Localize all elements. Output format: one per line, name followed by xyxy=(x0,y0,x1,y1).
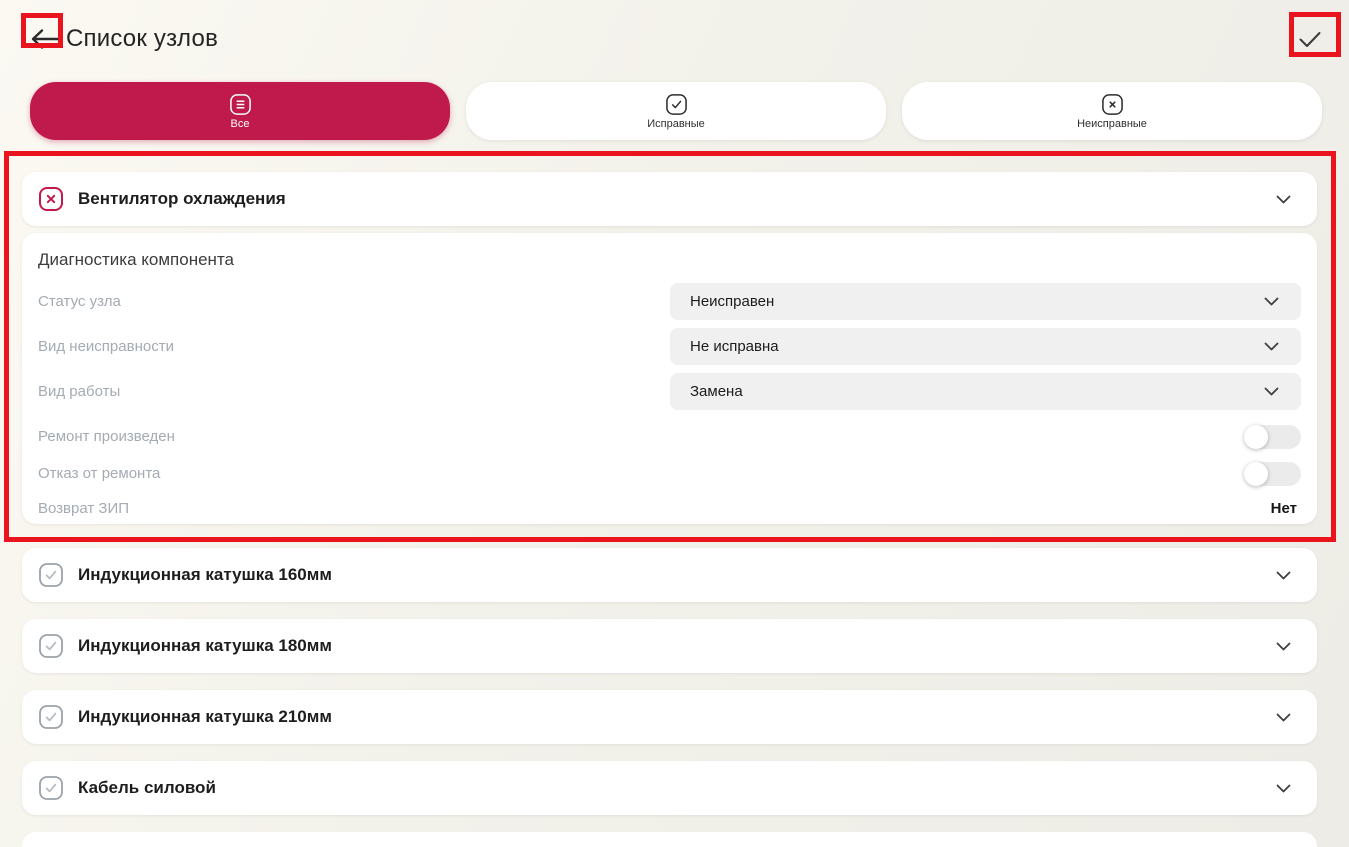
chevron-down-icon xyxy=(1276,195,1291,204)
accordion-item-coil-160[interactable]: Индукционная катушка 160мм xyxy=(22,548,1317,602)
field-row-work-type: Вид работы Замена xyxy=(38,373,1301,410)
field-row-node-status: Статус узла Неисправен xyxy=(38,283,1301,320)
select-value: Замена xyxy=(690,383,743,400)
check-square-icon xyxy=(665,93,688,116)
chevron-down-icon xyxy=(1276,642,1291,651)
chevron-down-icon xyxy=(1264,297,1279,306)
chevron-down-icon xyxy=(1276,713,1291,722)
check-square-icon-ok xyxy=(38,633,64,659)
accordion-item-coil-180[interactable]: Индукционная катушка 180мм xyxy=(22,619,1317,673)
field-row-repair-done: Ремонт произведен xyxy=(38,418,1301,455)
chevron-down-icon xyxy=(1264,387,1279,396)
node-status-select[interactable]: Неисправен xyxy=(670,283,1301,320)
item-title: Индукционная катушка 180мм xyxy=(78,636,332,656)
repair-done-toggle[interactable] xyxy=(1244,425,1301,449)
toggle-knob xyxy=(1244,425,1268,449)
accordion-item-coil-210[interactable]: Индукционная катушка 210мм xyxy=(22,690,1317,744)
check-square-icon-ok xyxy=(38,562,64,588)
work-type-select[interactable]: Замена xyxy=(670,373,1301,410)
topbar: Список узлов xyxy=(0,0,1349,62)
item-title: Индукционная катушка 210мм xyxy=(78,707,332,727)
diagnostics-panel: Диагностика компонента Статус узла Неисп… xyxy=(22,233,1317,524)
diagnostics-section-title: Диагностика компонента xyxy=(38,250,1301,270)
field-row-repair-refused: Отказ от ремонта xyxy=(38,455,1301,492)
check-square-icon-ok xyxy=(38,775,64,801)
tab-all[interactable]: Все xyxy=(30,82,450,140)
confirm-button[interactable] xyxy=(1291,21,1329,57)
field-label: Вид неисправности xyxy=(38,338,174,355)
chevron-down-icon xyxy=(1264,342,1279,351)
chevron-down-icon xyxy=(1276,571,1291,580)
accordion-item-cooling-fan[interactable]: Вентилятор охлаждения xyxy=(22,172,1317,226)
item-title: Индукционная катушка 160мм xyxy=(78,565,332,585)
x-square-icon xyxy=(1101,93,1124,116)
accordion-item-partial[interactable] xyxy=(22,832,1317,847)
field-label: Статус узла xyxy=(38,293,121,310)
chevron-down-icon xyxy=(1276,784,1291,793)
back-button[interactable] xyxy=(26,22,64,56)
checkmark-icon xyxy=(1298,31,1322,48)
fault-type-select[interactable]: Не исправна xyxy=(670,328,1301,365)
item-title: Кабель силовой xyxy=(78,778,216,798)
item-title: Вентилятор охлаждения xyxy=(78,189,286,209)
field-row-spare-return: Возврат ЗИП Нет xyxy=(38,492,1301,525)
tab-faulty[interactable]: Неисправные xyxy=(902,82,1322,140)
arrow-left-icon xyxy=(29,28,61,50)
node-list-screen: Список узлов Все xyxy=(0,0,1349,847)
repair-refused-toggle[interactable] xyxy=(1244,462,1301,486)
field-label: Отказ от ремонта xyxy=(38,465,160,482)
field-row-fault-type: Вид неисправности Не исправна xyxy=(38,328,1301,365)
toggle-knob xyxy=(1244,462,1268,486)
x-square-icon-faulty xyxy=(38,186,64,212)
field-label: Вид работы xyxy=(38,383,120,400)
check-square-icon-ok xyxy=(38,704,64,730)
field-label: Ремонт произведен xyxy=(38,428,175,445)
field-label: Возврат ЗИП xyxy=(38,500,129,517)
tab-all-label: Все xyxy=(231,119,250,130)
select-value: Неисправен xyxy=(690,293,774,310)
list-icon xyxy=(229,93,252,116)
tab-faulty-label: Неисправные xyxy=(1077,119,1147,130)
tab-working[interactable]: Исправные xyxy=(466,82,886,140)
select-value: Не исправна xyxy=(690,338,779,355)
accordion-item-power-cable[interactable]: Кабель силовой xyxy=(22,761,1317,815)
filter-tabs: Все Исправные Неисправные xyxy=(30,82,1322,140)
spare-return-value: Нет xyxy=(1271,500,1301,517)
tab-working-label: Исправные xyxy=(647,119,705,130)
page-title: Список узлов xyxy=(66,25,218,53)
